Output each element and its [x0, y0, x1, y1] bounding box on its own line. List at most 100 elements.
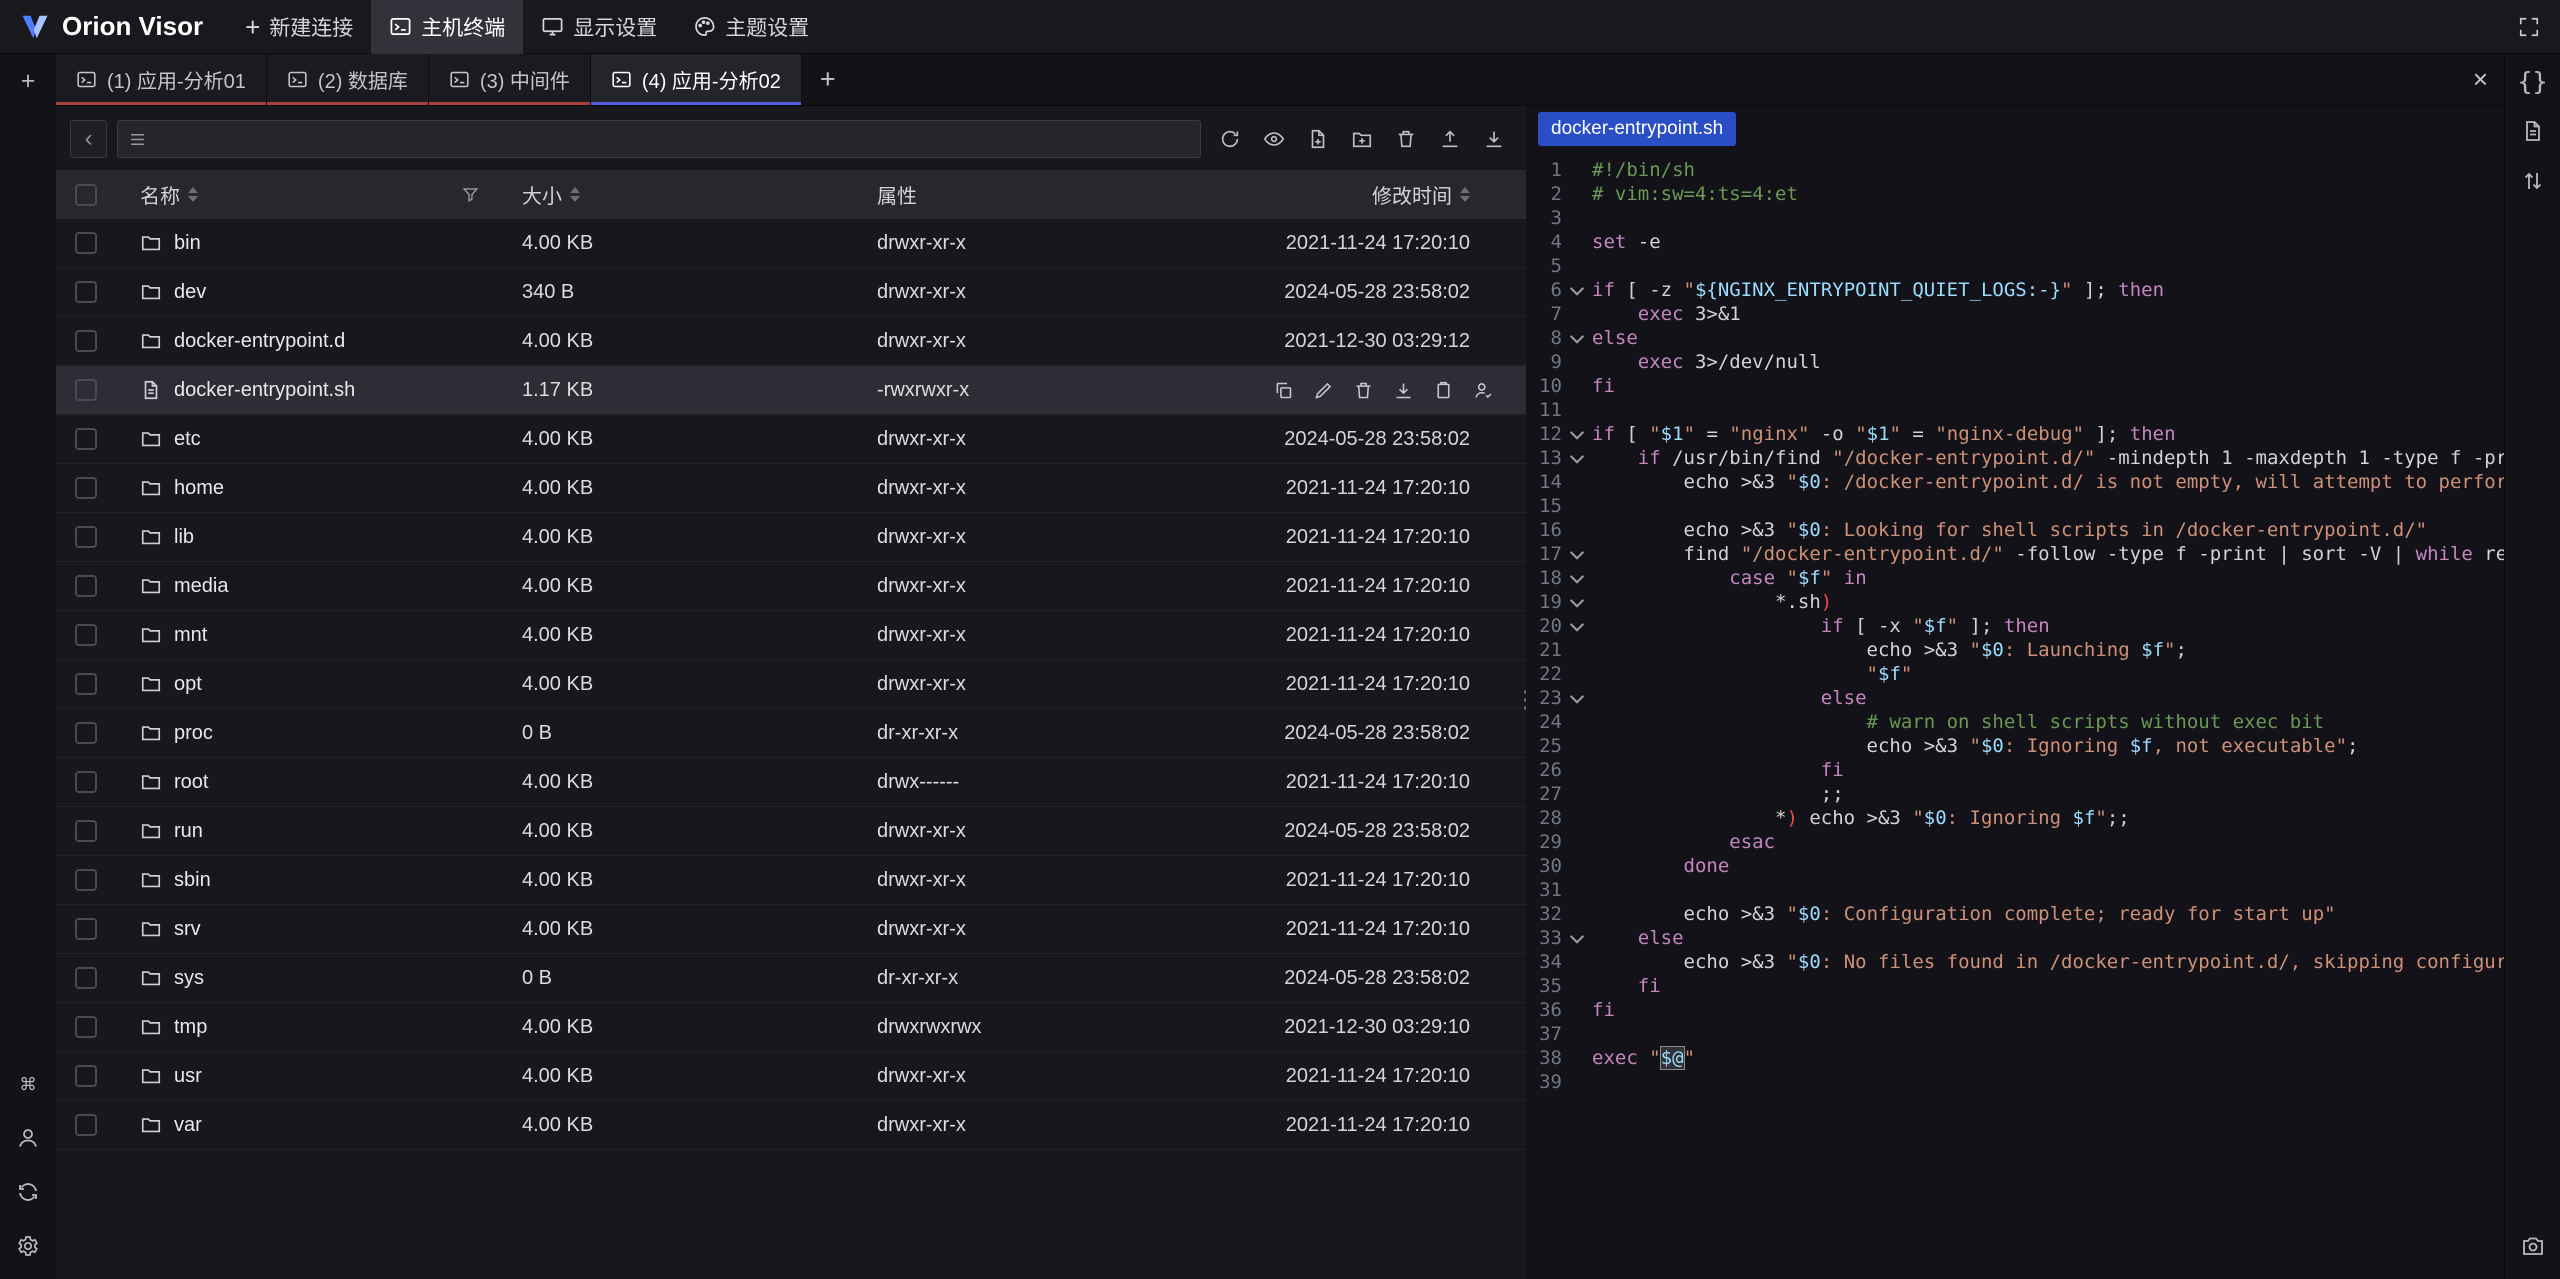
table-row[interactable]: proc0 Bdr-xr-xr-x2024-05-28 23:58:02	[56, 709, 1526, 758]
table-row[interactable]: opt4.00 KBdrwxr-xr-x2021-11-24 17:20:10	[56, 660, 1526, 709]
upload-icon[interactable]	[1431, 121, 1468, 158]
refresh-icon[interactable]	[1211, 121, 1248, 158]
code-line[interactable]: 1#!/bin/sh	[1526, 158, 2560, 182]
download-icon[interactable]	[1386, 373, 1420, 407]
code-line[interactable]: 12if [ "$1" = "nginx" -o "$1" = "nginx-d…	[1526, 422, 2560, 446]
row-checkbox[interactable]	[75, 379, 97, 401]
file-name[interactable]: var	[174, 1114, 202, 1137]
fold-chevron-icon[interactable]	[1562, 422, 1592, 446]
file-name[interactable]: usr	[174, 1065, 202, 1088]
file-name[interactable]: docker-entrypoint.sh	[174, 379, 355, 402]
file-name[interactable]: opt	[174, 673, 202, 696]
nav-theme-settings[interactable]: 主题设置	[675, 0, 827, 54]
new-terminal-plus-icon[interactable]: +	[11, 64, 45, 98]
brand[interactable]: Orion Visor	[0, 11, 227, 42]
code-area[interactable]: 1#!/bin/sh2# vim:sw=4:ts=4:et34set -e56i…	[1526, 152, 2560, 1279]
code-line[interactable]: 17 find "/docker-entrypoint.d/" -follow …	[1526, 542, 2560, 566]
row-checkbox[interactable]	[75, 771, 97, 793]
row-checkbox[interactable]	[75, 967, 97, 989]
close-icon[interactable]: ×	[2473, 64, 2488, 95]
row-checkbox[interactable]	[75, 869, 97, 891]
file-name[interactable]: etc	[174, 428, 201, 451]
row-checkbox[interactable]	[75, 1065, 97, 1087]
code-line[interactable]: 38exec "$@"	[1526, 1046, 2560, 1070]
code-line[interactable]: 34 echo >&3 "$0: No files found in /dock…	[1526, 950, 2560, 974]
row-checkbox[interactable]	[75, 575, 97, 597]
file-name[interactable]: sys	[174, 967, 204, 990]
file-name[interactable]: bin	[174, 232, 201, 255]
command-shortcuts-icon[interactable]: ⌘	[11, 1067, 45, 1101]
row-checkbox[interactable]	[75, 722, 97, 744]
trash-icon[interactable]	[1346, 373, 1380, 407]
path-input-wrapper[interactable]	[117, 120, 1201, 158]
document-icon[interactable]	[2516, 114, 2550, 148]
edit-icon[interactable]	[1306, 373, 1340, 407]
fold-chevron-icon[interactable]	[1562, 590, 1592, 614]
braces-variables-icon[interactable]: {}	[2516, 64, 2550, 98]
code-line[interactable]: 8else	[1526, 326, 2560, 350]
clipboard-icon[interactable]	[1426, 373, 1460, 407]
file-name[interactable]: root	[174, 771, 208, 794]
code-line[interactable]: 20 if [ -x "$f" ]; then	[1526, 614, 2560, 638]
editor-file-tab[interactable]: docker-entrypoint.sh	[1538, 112, 1736, 146]
fold-chevron-icon[interactable]	[1562, 446, 1592, 470]
fold-chevron-icon[interactable]	[1562, 542, 1592, 566]
row-checkbox[interactable]	[75, 1016, 97, 1038]
table-row[interactable]: root4.00 KBdrwx------2021-11-24 17:20:10	[56, 758, 1526, 807]
code-line[interactable]: 13 if /usr/bin/find "/docker-entrypoint.…	[1526, 446, 2560, 470]
code-line[interactable]: 26 fi	[1526, 758, 2560, 782]
new-tab-button[interactable]: +	[802, 54, 854, 105]
code-line[interactable]: 35 fi	[1526, 974, 2560, 998]
permission-icon[interactable]	[1466, 373, 1500, 407]
nav-new-connection[interactable]: + 新建连接	[227, 0, 371, 54]
nav-host-terminal[interactable]: 主机终端	[371, 0, 523, 54]
table-row[interactable]: run4.00 KBdrwxr-xr-x2024-05-28 23:58:02	[56, 807, 1526, 856]
back-button[interactable]: ‹	[70, 120, 107, 158]
preview-eye-icon[interactable]	[1255, 121, 1292, 158]
file-name[interactable]: proc	[174, 722, 213, 745]
sort-icon[interactable]	[1460, 187, 1470, 202]
fold-chevron-icon[interactable]	[1562, 926, 1592, 950]
code-line[interactable]: 39	[1526, 1070, 2560, 1094]
code-line[interactable]: 19 *.sh)	[1526, 590, 2560, 614]
table-row[interactable]: srv4.00 KBdrwxr-xr-x2021-11-24 17:20:10	[56, 905, 1526, 954]
sort-icon[interactable]	[188, 187, 198, 202]
row-checkbox[interactable]	[75, 330, 97, 352]
table-row[interactable]: var4.00 KBdrwxr-xr-x2021-11-24 17:20:10	[56, 1101, 1526, 1150]
tab-database[interactable]: (2) 数据库	[267, 54, 429, 105]
select-all-checkbox[interactable]	[75, 184, 97, 206]
code-line[interactable]: 37	[1526, 1022, 2560, 1046]
table-row[interactable]: media4.00 KBdrwxr-xr-x2021-11-24 17:20:1…	[56, 562, 1526, 611]
code-line[interactable]: 28 *) echo >&3 "$0: Ignoring $f";;	[1526, 806, 2560, 830]
code-line[interactable]: 18 case "$f" in	[1526, 566, 2560, 590]
row-checkbox[interactable]	[75, 526, 97, 548]
tab-app-analysis-02[interactable]: (4) 应用-分析02	[591, 54, 802, 105]
nav-display-settings[interactable]: 显示设置	[523, 0, 675, 54]
table-row[interactable]: bin4.00 KBdrwxr-xr-x2021-11-24 17:20:10	[56, 219, 1526, 268]
tab-middleware[interactable]: (3) 中间件	[429, 54, 591, 105]
table-row[interactable]: mnt4.00 KBdrwxr-xr-x2021-11-24 17:20:10	[56, 611, 1526, 660]
file-name[interactable]: docker-entrypoint.d	[174, 330, 345, 353]
table-row[interactable]: sbin4.00 KBdrwxr-xr-x2021-11-24 17:20:10	[56, 856, 1526, 905]
code-line[interactable]: 30 done	[1526, 854, 2560, 878]
settings-gear-icon[interactable]	[11, 1229, 45, 1263]
code-line[interactable]: 6if [ -z "${NGINX_ENTRYPOINT_QUIET_LOGS:…	[1526, 278, 2560, 302]
row-checkbox[interactable]	[75, 1114, 97, 1136]
code-line[interactable]: 4set -e	[1526, 230, 2560, 254]
swap-arrows-icon[interactable]	[2516, 164, 2550, 198]
code-line[interactable]: 14 echo >&3 "$0: /docker-entrypoint.d/ i…	[1526, 470, 2560, 494]
path-input[interactable]	[155, 128, 1190, 150]
code-line[interactable]: 24 # warn on shell scripts without exec …	[1526, 710, 2560, 734]
table-row[interactable]: lib4.00 KBdrwxr-xr-x2021-11-24 17:20:10	[56, 513, 1526, 562]
table-row[interactable]: dev340 Bdrwxr-xr-x2024-05-28 23:58:02	[56, 268, 1526, 317]
code-line[interactable]: 2# vim:sw=4:ts=4:et	[1526, 182, 2560, 206]
row-checkbox[interactable]	[75, 673, 97, 695]
file-name[interactable]: home	[174, 477, 224, 500]
table-row[interactable]: docker-entrypoint.sh1.17 KB-rwxrwxr-x	[56, 366, 1526, 415]
code-line[interactable]: 36fi	[1526, 998, 2560, 1022]
column-header-size[interactable]: 大小	[522, 180, 562, 209]
new-file-icon[interactable]	[1299, 121, 1336, 158]
file-name[interactable]: dev	[174, 281, 206, 304]
row-checkbox[interactable]	[75, 281, 97, 303]
table-row[interactable]: sys0 Bdr-xr-xr-x2024-05-28 23:58:02	[56, 954, 1526, 1003]
